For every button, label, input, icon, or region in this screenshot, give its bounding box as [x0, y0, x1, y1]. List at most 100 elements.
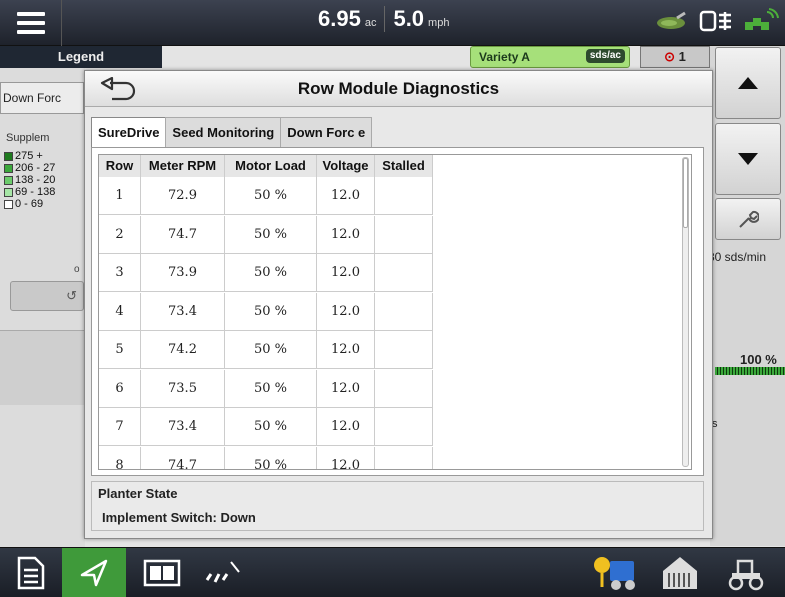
planter-state-label: Planter State: [98, 486, 178, 501]
dialog-title: Row Module Diagnostics: [297, 79, 500, 98]
cell-motor-load: 50 %: [225, 369, 317, 407]
cell-stalled: [375, 331, 433, 368]
legend-entry: 206 - 27: [4, 162, 55, 174]
scrollbar-thumb[interactable]: [683, 158, 688, 228]
alarm-icon: ⊙: [664, 49, 676, 64]
gps-signal-icon[interactable]: [655, 10, 689, 32]
percent-text: 100 %: [740, 352, 777, 367]
document-icon: [17, 556, 45, 590]
dialog-header: Row Module Diagnostics: [85, 71, 712, 107]
table-row[interactable]: 4 73.4 50 % 12.0: [99, 292, 433, 331]
satellite-icon[interactable]: [743, 8, 779, 34]
cell-row: 2: [99, 215, 141, 253]
area-speed-readout: 6.95 ac 5.0 mph: [318, 6, 449, 32]
cell-meter-rpm: 74.2: [141, 331, 225, 368]
speed-unit: mph: [428, 17, 450, 29]
tab-down-force[interactable]: Down Forc e: [280, 117, 373, 147]
map-area[interactable]: [0, 330, 85, 405]
percent-bar: [715, 367, 785, 375]
legend-entry: 138 - 20: [4, 174, 55, 186]
cell-stalled: [375, 446, 433, 469]
cell-meter-rpm: 73.9: [141, 254, 225, 291]
speed-value: 5.0: [393, 6, 425, 31]
cell-stalled: [375, 408, 433, 445]
tractor-button[interactable]: [712, 548, 778, 597]
document-button[interactable]: [0, 548, 62, 597]
header-voltage: Voltage: [317, 155, 375, 177]
planter-rows-button[interactable]: [196, 548, 250, 597]
cell-voltage: 12.0: [317, 331, 375, 368]
supplement-label: Supplem: [6, 132, 50, 144]
up-arrow-icon: [738, 77, 758, 89]
legend-entry: 0 - 69: [4, 198, 43, 210]
bottom-toolbar: [0, 547, 785, 597]
seed-rate-text: 30 sds/min: [708, 250, 767, 264]
implement-icon: [594, 557, 635, 590]
alarm-count: 1: [678, 49, 686, 64]
cell-meter-rpm: 73.4: [141, 292, 225, 330]
table-row[interactable]: 8 74.7 50 % 12.0: [99, 446, 433, 469]
cell-motor-load: 50 %: [225, 292, 317, 330]
cell-stalled: [375, 254, 433, 291]
cell-voltage: 12.0: [317, 215, 375, 253]
menu-icon[interactable]: [0, 0, 62, 46]
tractor-status-icon[interactable]: [699, 9, 733, 33]
wrench-button-left[interactable]: ↺: [10, 281, 84, 311]
split-view-button[interactable]: [130, 548, 194, 597]
status-icons: [655, 8, 779, 34]
cell-motor-load: 50 %: [225, 254, 317, 291]
cell-stalled: [375, 215, 433, 253]
cell-voltage: 12.0: [317, 177, 375, 214]
cell-motor-load: 50 %: [225, 177, 317, 214]
table-row[interactable]: 7 73.4 50 % 12.0: [99, 408, 433, 446]
cell-motor-load: 50 %: [225, 408, 317, 445]
legend-entry: 69 - 138: [4, 186, 55, 198]
header-row: Row: [99, 155, 141, 177]
wrench-button[interactable]: [715, 198, 781, 240]
planter-state-panel: Planter State Implement Switch: Down: [91, 481, 704, 531]
back-button[interactable]: [93, 75, 143, 103]
tab-suredrive[interactable]: SureDrive: [91, 117, 167, 148]
down-force-button[interactable]: Down Forc: [0, 82, 84, 114]
tab-seed-monitoring[interactable]: Seed Monitoring: [165, 117, 282, 147]
split-view-icon: [143, 559, 181, 587]
cell-voltage: 12.0: [317, 408, 375, 445]
planter-rows-icon: [205, 561, 240, 583]
cell-row: 4: [99, 292, 141, 330]
cell-voltage: 12.0: [317, 292, 375, 330]
cell-voltage: 12.0: [317, 446, 375, 469]
table-row[interactable]: 1 72.9 50 % 12.0: [99, 177, 433, 215]
cell-meter-rpm: 73.5: [141, 369, 225, 407]
header-meter-rpm: Meter RPM: [141, 155, 225, 177]
table-row[interactable]: 3 73.9 50 % 12.0: [99, 254, 433, 292]
implement-switch-status: Implement Switch: Down: [102, 510, 256, 525]
cell-stalled: [375, 292, 433, 330]
guidance-icon: [80, 559, 108, 587]
wrench-icon: [739, 210, 759, 228]
scroll-down-button[interactable]: [715, 123, 781, 195]
field-button[interactable]: [650, 548, 710, 597]
legend-tab[interactable]: Legend: [0, 46, 162, 68]
suredrive-panel: Row Meter RPM Motor Load Voltage Stalled…: [91, 147, 704, 476]
cell-motor-load: 50 %: [225, 215, 317, 253]
table-row[interactable]: 5 74.2 50 % 12.0: [99, 331, 433, 369]
cell-motor-load: 50 %: [225, 331, 317, 368]
cell-meter-rpm: 73.4: [141, 408, 225, 445]
table-header: Row Meter RPM Motor Load Voltage Stalled: [99, 155, 433, 177]
table-scrollbar[interactable]: [682, 157, 689, 467]
tractor-icon: [728, 559, 764, 591]
implement-button[interactable]: [585, 548, 645, 597]
diagnostics-table[interactable]: Row Meter RPM Motor Load Voltage Stalled…: [98, 154, 692, 470]
field-icon: [663, 557, 697, 589]
alarm-tab[interactable]: ⊙ 1: [640, 46, 710, 68]
cell-row: 8: [99, 446, 141, 469]
back-arrow-icon: [100, 77, 136, 101]
cell-row: 7: [99, 408, 141, 445]
variety-indicator[interactable]: Variety A sds/ac: [470, 46, 630, 68]
scroll-up-button[interactable]: [715, 47, 781, 119]
table-row[interactable]: 6 73.5 50 % 12.0: [99, 369, 433, 408]
area-value: 6.95: [318, 6, 361, 31]
diagnostics-tabs: SureDrive Seed Monitoring Down Forc e: [91, 117, 373, 148]
table-row[interactable]: 2 74.7 50 % 12.0: [99, 215, 433, 254]
guidance-button[interactable]: [62, 548, 126, 597]
